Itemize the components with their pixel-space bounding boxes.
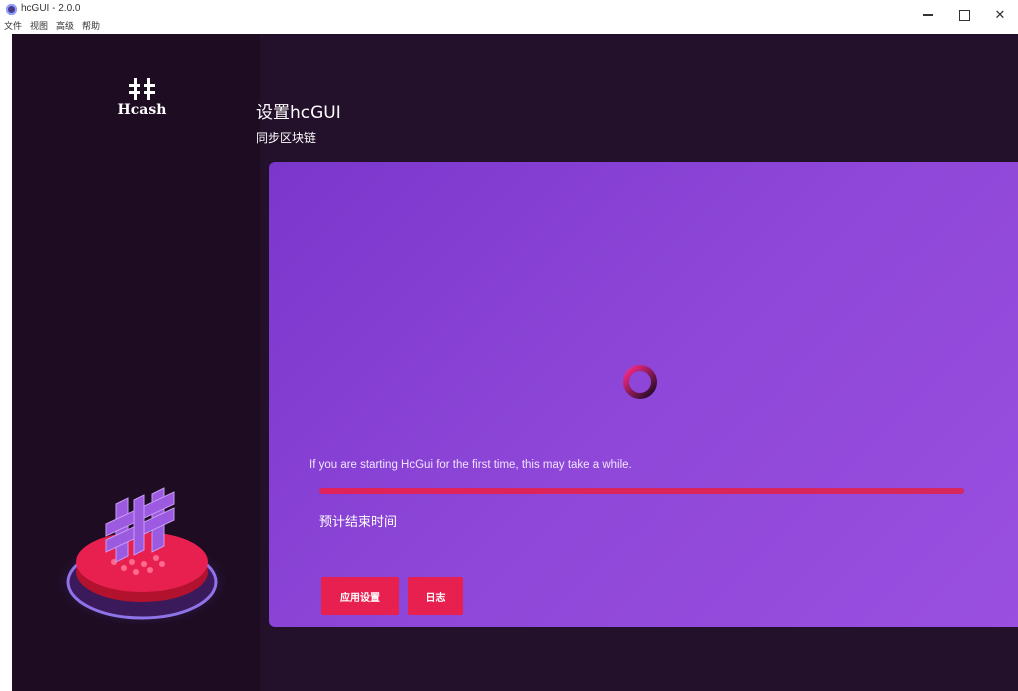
logs-button[interactable]: 日志 (408, 577, 463, 615)
hcash-logo-icon (129, 78, 155, 100)
sync-message: If you are starting HcGui for the first … (309, 459, 632, 471)
minimize-button[interactable] (910, 0, 946, 30)
app-icon (6, 4, 17, 15)
page-title: 设置hcGUI (256, 103, 341, 123)
sidebar: Hcash (12, 34, 260, 691)
eta-label: 预计结束时间 (319, 515, 398, 530)
menu-file[interactable]: 文件 (4, 19, 22, 33)
menu-help[interactable]: 帮助 (82, 19, 100, 33)
maximize-icon (958, 9, 970, 21)
title-bar: hcGUI - 2.0.0 文件 视图 高级 帮助 ✕ (0, 0, 1018, 34)
settings-button[interactable]: 应用设置 (321, 577, 399, 615)
logo-text: Hcash (117, 102, 167, 118)
close-icon: ✕ (994, 7, 1006, 23)
menu-bar: 文件 视图 高级 帮助 (4, 19, 100, 33)
menu-view[interactable]: 视图 (30, 19, 48, 33)
close-button[interactable]: ✕ (982, 0, 1018, 30)
hcash-logo: Hcash (112, 78, 172, 118)
maximize-button[interactable] (946, 0, 982, 30)
sync-progress-fill (319, 488, 964, 494)
window-title: hcGUI - 2.0.0 (21, 3, 81, 14)
sync-panel: If you are starting HcGui for the first … (269, 162, 1018, 627)
app-window: Hcash 设置hcGUI 同步区块链 If you are starting … (12, 34, 1018, 691)
page-subtitle: 同步区块链 (256, 131, 317, 145)
minimize-icon (923, 14, 933, 16)
menu-advanced[interactable]: 高级 (56, 19, 74, 33)
hcash-platform-illustration (56, 487, 228, 626)
window-controls: ✕ (910, 0, 1018, 34)
sync-progress-bar (319, 488, 964, 494)
loading-spinner-icon (623, 365, 657, 399)
